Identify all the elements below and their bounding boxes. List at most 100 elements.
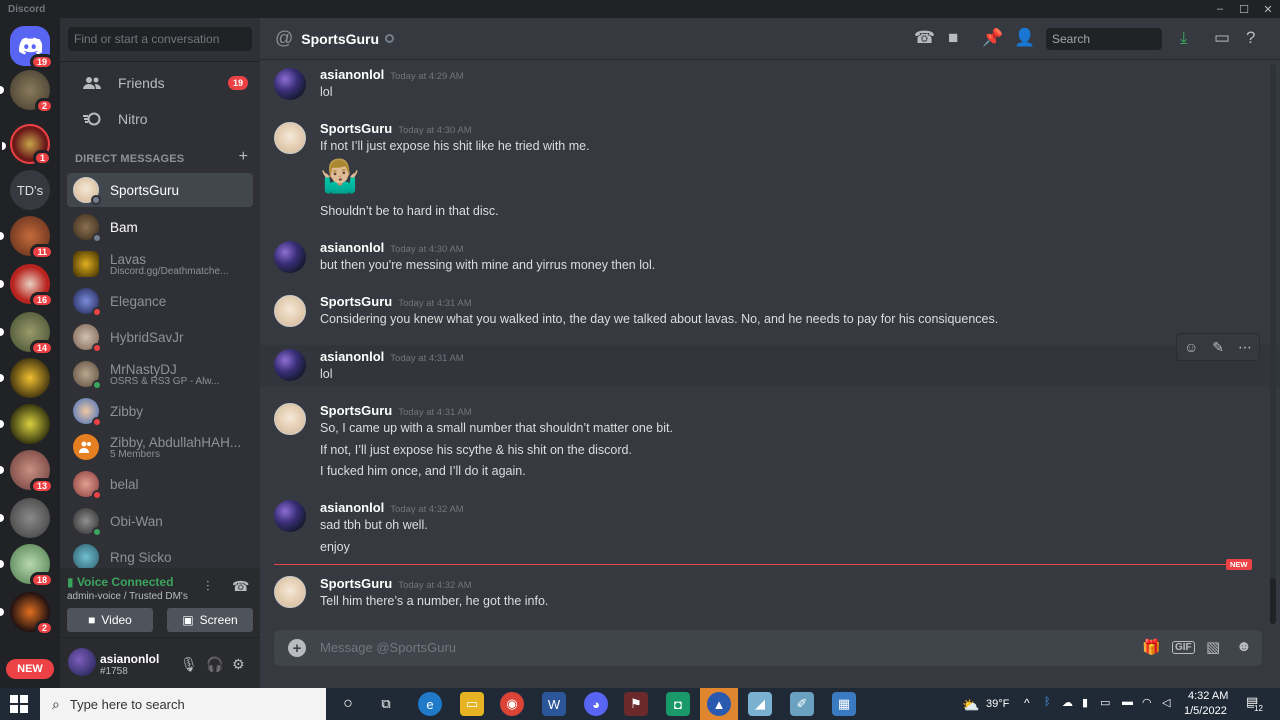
- app-icon[interactable]: ⚑: [624, 692, 648, 716]
- edge-icon[interactable]: e: [418, 692, 442, 716]
- disconnect-icon[interactable]: ☎: [232, 578, 249, 595]
- emoji-icon[interactable]: ☻: [1236, 638, 1252, 655]
- dm-item-mrnastydj[interactable]: MrNastyDJ OSRS & RS3 GP - Alw...: [67, 357, 253, 391]
- volume-icon[interactable]: ◁: [1162, 696, 1170, 709]
- settings-gear-icon[interactable]: ⚙: [232, 656, 245, 673]
- dm-name: Lavas: [110, 251, 147, 267]
- find-conversation-input[interactable]: Find or start a conversation: [68, 27, 252, 51]
- add-reaction-icon[interactable]: ☺: [1184, 339, 1198, 355]
- add-friend-icon[interactable]: 👤: [1014, 28, 1035, 48]
- app-icon[interactable]: ◘: [666, 692, 690, 716]
- tray-icon[interactable]: ▭: [1100, 696, 1110, 709]
- edit-icon[interactable]: ✎: [1212, 339, 1224, 356]
- dm-item-bam[interactable]: Bam: [67, 210, 253, 244]
- noise-suppression-icon[interactable]: ⫶: [206, 578, 210, 595]
- clock-date[interactable]: 1/5/2022: [1184, 705, 1227, 717]
- app-icon[interactable]: ▲: [707, 692, 731, 716]
- maximize-button[interactable]: ☐: [1232, 0, 1256, 18]
- video-call-icon[interactable]: ■: [948, 28, 958, 48]
- new-unreads-pill[interactable]: NEW: [6, 659, 54, 679]
- chrome-icon[interactable]: ◉: [500, 692, 524, 716]
- sticker-icon[interactable]: ▧: [1206, 638, 1220, 656]
- discord-taskbar-icon[interactable]: ◕: [584, 692, 608, 716]
- avatar[interactable]: [274, 403, 306, 435]
- avatar[interactable]: [274, 295, 306, 327]
- server-icon[interactable]: 16: [0, 264, 54, 308]
- app-icon[interactable]: ✐: [790, 692, 814, 716]
- voice-call-icon[interactable]: ☎: [914, 28, 935, 48]
- headphones-icon[interactable]: 🎧: [206, 656, 223, 673]
- chat-search-input[interactable]: Search: [1046, 28, 1162, 50]
- weather-icon[interactable]: ⛅: [962, 697, 979, 714]
- dm-item-elegance[interactable]: Elegance: [67, 284, 253, 318]
- file-explorer-icon[interactable]: ▭: [460, 692, 484, 716]
- onedrive-icon[interactable]: ☁: [1062, 696, 1073, 709]
- minimize-button[interactable]: –: [1208, 0, 1232, 18]
- message-composer[interactable]: + Message @SportsGuru 🎁 GIF ▧ ☻: [274, 630, 1262, 666]
- server-icon[interactable]: 18: [0, 544, 54, 588]
- friends-badge: 19: [227, 76, 248, 90]
- battery-icon[interactable]: ▬: [1122, 696, 1133, 708]
- scrollbar-track[interactable]: [1270, 64, 1276, 624]
- cortana-icon[interactable]: ○: [336, 692, 360, 716]
- server-icon[interactable]: [0, 358, 50, 398]
- avatar[interactable]: [274, 68, 306, 100]
- friends-nav[interactable]: Friends 19: [68, 66, 254, 100]
- calculator-icon[interactable]: ▦: [832, 692, 856, 716]
- dm-item-zibby[interactable]: Zibby: [67, 394, 253, 428]
- voice-channel[interactable]: admin-voice / Trusted DM's: [67, 591, 188, 602]
- server-icon[interactable]: 2: [0, 70, 54, 114]
- taskbar-search[interactable]: ⌕ Type here to search: [40, 688, 326, 720]
- dm-item-group[interactable]: Zibby, AbdullahHAH... 5 Members: [67, 430, 253, 464]
- inbox-icon[interactable]: ▭: [1214, 28, 1230, 48]
- more-options-icon[interactable]: ⋯: [1238, 339, 1252, 356]
- word-icon[interactable]: W: [542, 692, 566, 716]
- microphone-icon[interactable]: 🎙: [180, 656, 198, 673]
- message-author: asianonlol Today at 4:32 AM: [320, 500, 464, 515]
- dm-item-belal[interactable]: belal: [67, 467, 253, 501]
- create-dm-button[interactable]: +: [239, 148, 248, 166]
- weather-temp[interactable]: 39°F: [986, 698, 1009, 710]
- mic-tray-icon[interactable]: ▮: [1082, 696, 1088, 709]
- dm-item-sportsguru[interactable]: SportsGuru: [67, 173, 253, 207]
- dm-item-hybridsavjr[interactable]: HybridSavJr: [67, 320, 253, 354]
- nitro-nav[interactable]: Nitro: [68, 102, 254, 136]
- avatar[interactable]: [274, 500, 306, 532]
- gift-icon[interactable]: 🎁: [1142, 638, 1161, 656]
- app-icon[interactable]: ◢: [748, 692, 772, 716]
- server-icon[interactable]: [0, 498, 50, 538]
- close-button[interactable]: ✕: [1256, 0, 1280, 18]
- server-tds[interactable]: TD's: [10, 170, 50, 210]
- server-icon[interactable]: 11: [0, 216, 54, 260]
- tray-chevron-icon[interactable]: ^: [1024, 696, 1030, 710]
- avatar: [73, 544, 99, 570]
- server-icon[interactable]: 1: [2, 124, 52, 166]
- avatar[interactable]: [274, 241, 306, 273]
- message-input[interactable]: Message @SportsGuru: [320, 640, 456, 655]
- windows-start-icon[interactable]: [10, 695, 28, 713]
- dm-name: SportsGuru: [110, 182, 180, 198]
- avatar[interactable]: [274, 576, 306, 608]
- download-icon[interactable]: ⤓: [1180, 28, 1188, 48]
- scrollbar-thumb[interactable]: [1270, 578, 1276, 624]
- user-avatar[interactable]: [68, 648, 96, 676]
- avatar[interactable]: [274, 122, 306, 154]
- gif-icon[interactable]: GIF: [1172, 641, 1195, 654]
- server-icon[interactable]: 14: [0, 312, 54, 356]
- video-button[interactable]: ■ Video: [67, 608, 153, 632]
- upload-plus-icon[interactable]: +: [288, 639, 306, 657]
- help-icon[interactable]: ?: [1246, 28, 1255, 48]
- server-icon[interactable]: 2: [0, 592, 54, 636]
- avatar[interactable]: [274, 349, 306, 381]
- server-icon[interactable]: [0, 404, 50, 444]
- pin-icon[interactable]: 📌: [982, 28, 1003, 48]
- dm-item-obiwan[interactable]: Obi-Wan: [67, 504, 253, 538]
- wifi-icon[interactable]: ◠: [1142, 696, 1152, 709]
- home-button[interactable]: 19: [10, 26, 54, 70]
- bluetooth-icon[interactable]: ᛒ: [1044, 696, 1051, 708]
- task-view-icon[interactable]: ⧉: [374, 692, 398, 716]
- server-icon[interactable]: 13: [0, 450, 54, 494]
- clock-time[interactable]: 4:32 AM: [1188, 690, 1228, 702]
- screen-button[interactable]: ▣ Screen: [167, 608, 253, 632]
- dm-item-lavas[interactable]: Lavas Discord.gg/Deathmatche...: [67, 247, 253, 281]
